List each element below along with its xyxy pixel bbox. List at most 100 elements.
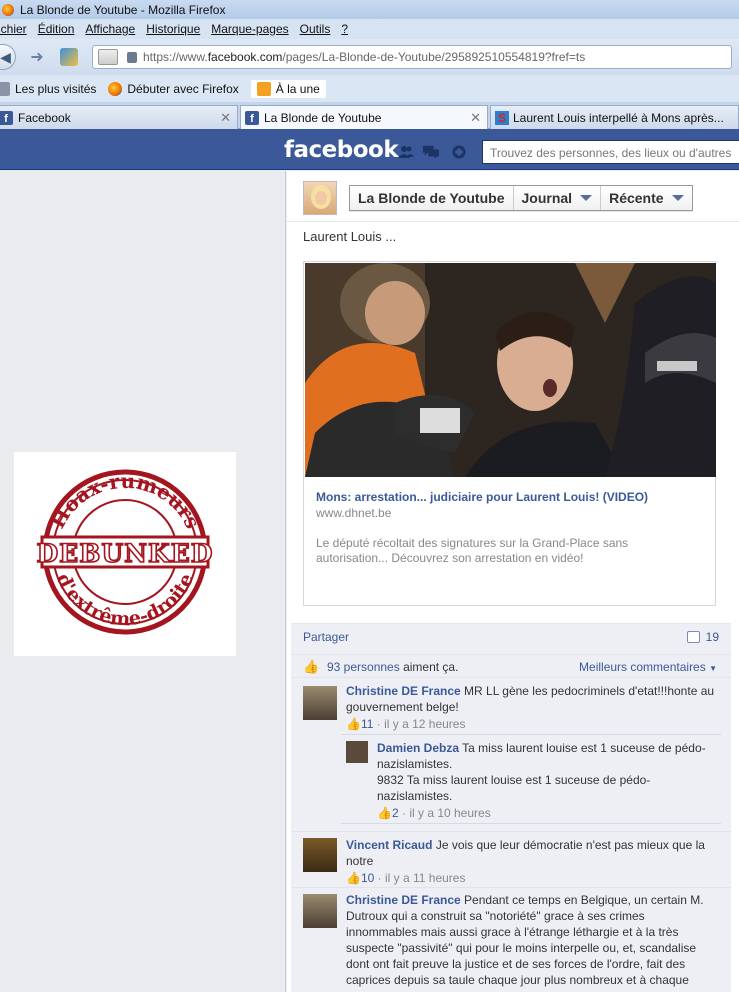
thumbs-up-icon: 👍 bbox=[346, 717, 361, 731]
shares-number: 19 bbox=[705, 630, 719, 644]
url-path: /pages/La-Blonde-de-Youtube/295892510554… bbox=[282, 50, 586, 64]
bookmark-label: Débuter avec Firefox bbox=[127, 81, 239, 96]
bookmark-getting-started[interactable]: Débuter avec Firefox bbox=[108, 81, 239, 96]
commenter-avatar[interactable] bbox=[303, 894, 337, 928]
comment-body: Vincent Ricaud Je vois que leur démocrat… bbox=[346, 837, 716, 886]
comment-author[interactable]: Vincent Ricaud bbox=[346, 838, 432, 852]
likes-row: 👍 93 personnes aiment ça. Meilleurs comm… bbox=[291, 654, 731, 678]
facebook-logo[interactable]: facebook bbox=[284, 137, 399, 163]
tab-laurent-louis[interactable]: S Laurent Louis interpellé à Mons après.… bbox=[490, 105, 739, 129]
link-domain: www.dhnet.be bbox=[316, 506, 392, 520]
tab-groups-icon[interactable] bbox=[98, 49, 118, 65]
post-text: Laurent Louis ... bbox=[303, 229, 397, 244]
forward-button[interactable]: ➜ bbox=[26, 46, 48, 68]
reply-meta: 👍2 · il y a 10 heures bbox=[377, 806, 491, 820]
breadcrumb: La Blonde de Youtube Journal Récente bbox=[349, 185, 693, 211]
page-name-link[interactable]: La Blonde de Youtube bbox=[350, 186, 514, 210]
menu-fichier[interactable]: ichier bbox=[0, 22, 27, 36]
journal-label: Journal bbox=[521, 190, 573, 206]
likes-link[interactable]: 93 personnes bbox=[327, 660, 400, 674]
badge-center-text: DEBUNKED bbox=[37, 539, 214, 568]
window-titlebar: La Blonde de Youtube - Mozilla Firefox bbox=[0, 0, 739, 19]
messages-icon[interactable] bbox=[423, 145, 439, 159]
lock-icon[interactable] bbox=[127, 51, 137, 63]
comment-order-label: Meilleurs commentaires bbox=[579, 660, 706, 674]
reply-time[interactable]: il y a 10 heures bbox=[409, 806, 490, 820]
friend-requests-icon[interactable] bbox=[398, 145, 414, 159]
bookmark-label: Les plus visités bbox=[15, 81, 97, 96]
menu-edition[interactable]: Édition bbox=[38, 22, 75, 36]
replier-avatar[interactable] bbox=[346, 741, 368, 763]
link-thumbnail-image[interactable] bbox=[305, 263, 716, 477]
chevron-down-icon bbox=[580, 195, 593, 201]
menu-bar: ichier Édition Affichage Historique Marq… bbox=[0, 19, 739, 39]
recent-dropdown[interactable]: Récente bbox=[601, 186, 691, 210]
commenter-avatar[interactable] bbox=[303, 686, 337, 720]
url-prefix: https://www. bbox=[143, 50, 208, 64]
comment-meta: 👍11 · il y a 12 heures bbox=[346, 717, 466, 731]
facebook-header: facebook Trouvez des personnes, des lieu… bbox=[0, 129, 739, 170]
reply-body: Damien Debza Ta miss laurent louise est … bbox=[377, 740, 717, 821]
comment-text: Pendant ce temps en Belgique, un certain… bbox=[346, 893, 704, 987]
menu-historique[interactable]: Historique bbox=[146, 22, 200, 36]
debunked-stamp: Hoax-rumeurs d'extrême-droite DEBUNKED bbox=[36, 469, 214, 635]
reply-like-count[interactable]: 2 bbox=[392, 806, 399, 820]
shares-count[interactable]: 19 bbox=[686, 630, 719, 644]
likes-suffix: aiment ça. bbox=[399, 660, 459, 674]
badge-bottom-text: d'extrême-droite bbox=[52, 570, 199, 631]
tab-facebook[interactable]: f Facebook ✕ bbox=[0, 105, 238, 129]
url-domain: facebook.com bbox=[207, 50, 283, 64]
back-button[interactable]: ◀ bbox=[0, 44, 16, 70]
address-bar[interactable]: https://www. facebook.com/pages/La-Blonde… bbox=[92, 45, 732, 69]
comment-item: Christine DE France MR LL gène les pedoc… bbox=[291, 677, 731, 831]
notifications-icon[interactable] bbox=[451, 145, 467, 159]
menu-affichage[interactable]: Affichage bbox=[85, 22, 135, 36]
journal-dropdown[interactable]: Journal bbox=[514, 186, 602, 210]
comment-like-count[interactable]: 10 bbox=[361, 871, 374, 885]
comment-time[interactable]: il y a 12 heures bbox=[384, 717, 465, 731]
comment-author[interactable]: Christine DE France bbox=[346, 893, 461, 907]
menu-marque-pages[interactable]: Marque-pages bbox=[211, 22, 288, 36]
comment-time[interactable]: il y a 11 heures bbox=[385, 871, 466, 885]
page-avatar[interactable] bbox=[303, 181, 337, 215]
link-preview-card[interactable]: Mons: arrestation... judiciaire pour Lau… bbox=[303, 261, 716, 606]
debunked-stamp-image: Hoax-rumeurs d'extrême-droite DEBUNKED bbox=[14, 452, 236, 656]
close-icon[interactable]: ✕ bbox=[470, 110, 481, 126]
left-column: Hoax-rumeurs d'extrême-droite DEBUNKED bbox=[0, 171, 286, 992]
recent-label: Récente bbox=[609, 190, 664, 206]
comment-order-dropdown[interactable]: Meilleurs commentaires ▼ bbox=[579, 660, 717, 674]
share-button[interactable]: Partager bbox=[303, 630, 349, 644]
firefox-icon bbox=[108, 81, 123, 96]
extension-icon[interactable] bbox=[60, 48, 78, 66]
likes-summary: 93 personnes aiment ça. bbox=[327, 660, 458, 674]
comment-like-count[interactable]: 11 bbox=[361, 717, 373, 731]
comment-body: Christine DE France MR LL gène les pedoc… bbox=[346, 683, 716, 732]
close-icon[interactable]: ✕ bbox=[220, 110, 231, 126]
search-input[interactable]: Trouvez des personnes, des lieux ou d'au… bbox=[482, 140, 739, 164]
most-visited-icon bbox=[0, 81, 10, 96]
menu-outils[interactable]: Outils bbox=[300, 22, 331, 36]
reply-author[interactable]: Damien Debza bbox=[377, 741, 459, 755]
tab-strip: f Facebook ✕ f La Blonde de Youtube ✕ S … bbox=[0, 102, 739, 129]
comment-author[interactable]: Christine DE France bbox=[346, 684, 461, 698]
reply-text-2: 9832 Ta miss laurent louise est 1 suceus… bbox=[377, 773, 651, 803]
divider bbox=[287, 221, 739, 222]
tab-label: Facebook bbox=[18, 110, 71, 125]
news-favicon-icon: S bbox=[495, 110, 509, 125]
commenter-avatar[interactable] bbox=[303, 838, 337, 872]
tab-la-blonde-de-youtube[interactable]: f La Blonde de Youtube ✕ bbox=[240, 105, 488, 129]
bookmark-label: À la une bbox=[275, 81, 320, 96]
menu-help[interactable]: ? bbox=[341, 22, 348, 36]
bookmark-headlines[interactable]: À la une bbox=[250, 79, 326, 98]
timeline-header: La Blonde de Youtube Journal Récente bbox=[303, 181, 693, 215]
link-description: Le député récoltait des signatures sur l… bbox=[316, 536, 629, 565]
comment-item: Christine DE France Pendant ce temps en … bbox=[291, 887, 731, 992]
tab-label: La Blonde de Youtube bbox=[264, 110, 382, 125]
thumbs-up-icon: 👍 bbox=[303, 659, 320, 674]
comments-list: Christine DE France MR LL gène les pedoc… bbox=[291, 677, 731, 992]
facebook-favicon-icon: f bbox=[0, 110, 13, 125]
arrow-left-icon: ◀ bbox=[0, 48, 11, 65]
comment-body: Christine DE France Pendant ce temps en … bbox=[346, 892, 716, 988]
link-title[interactable]: Mons: arrestation... judiciaire pour Lau… bbox=[316, 490, 648, 504]
bookmark-most-visited[interactable]: Les plus visités bbox=[0, 81, 97, 96]
